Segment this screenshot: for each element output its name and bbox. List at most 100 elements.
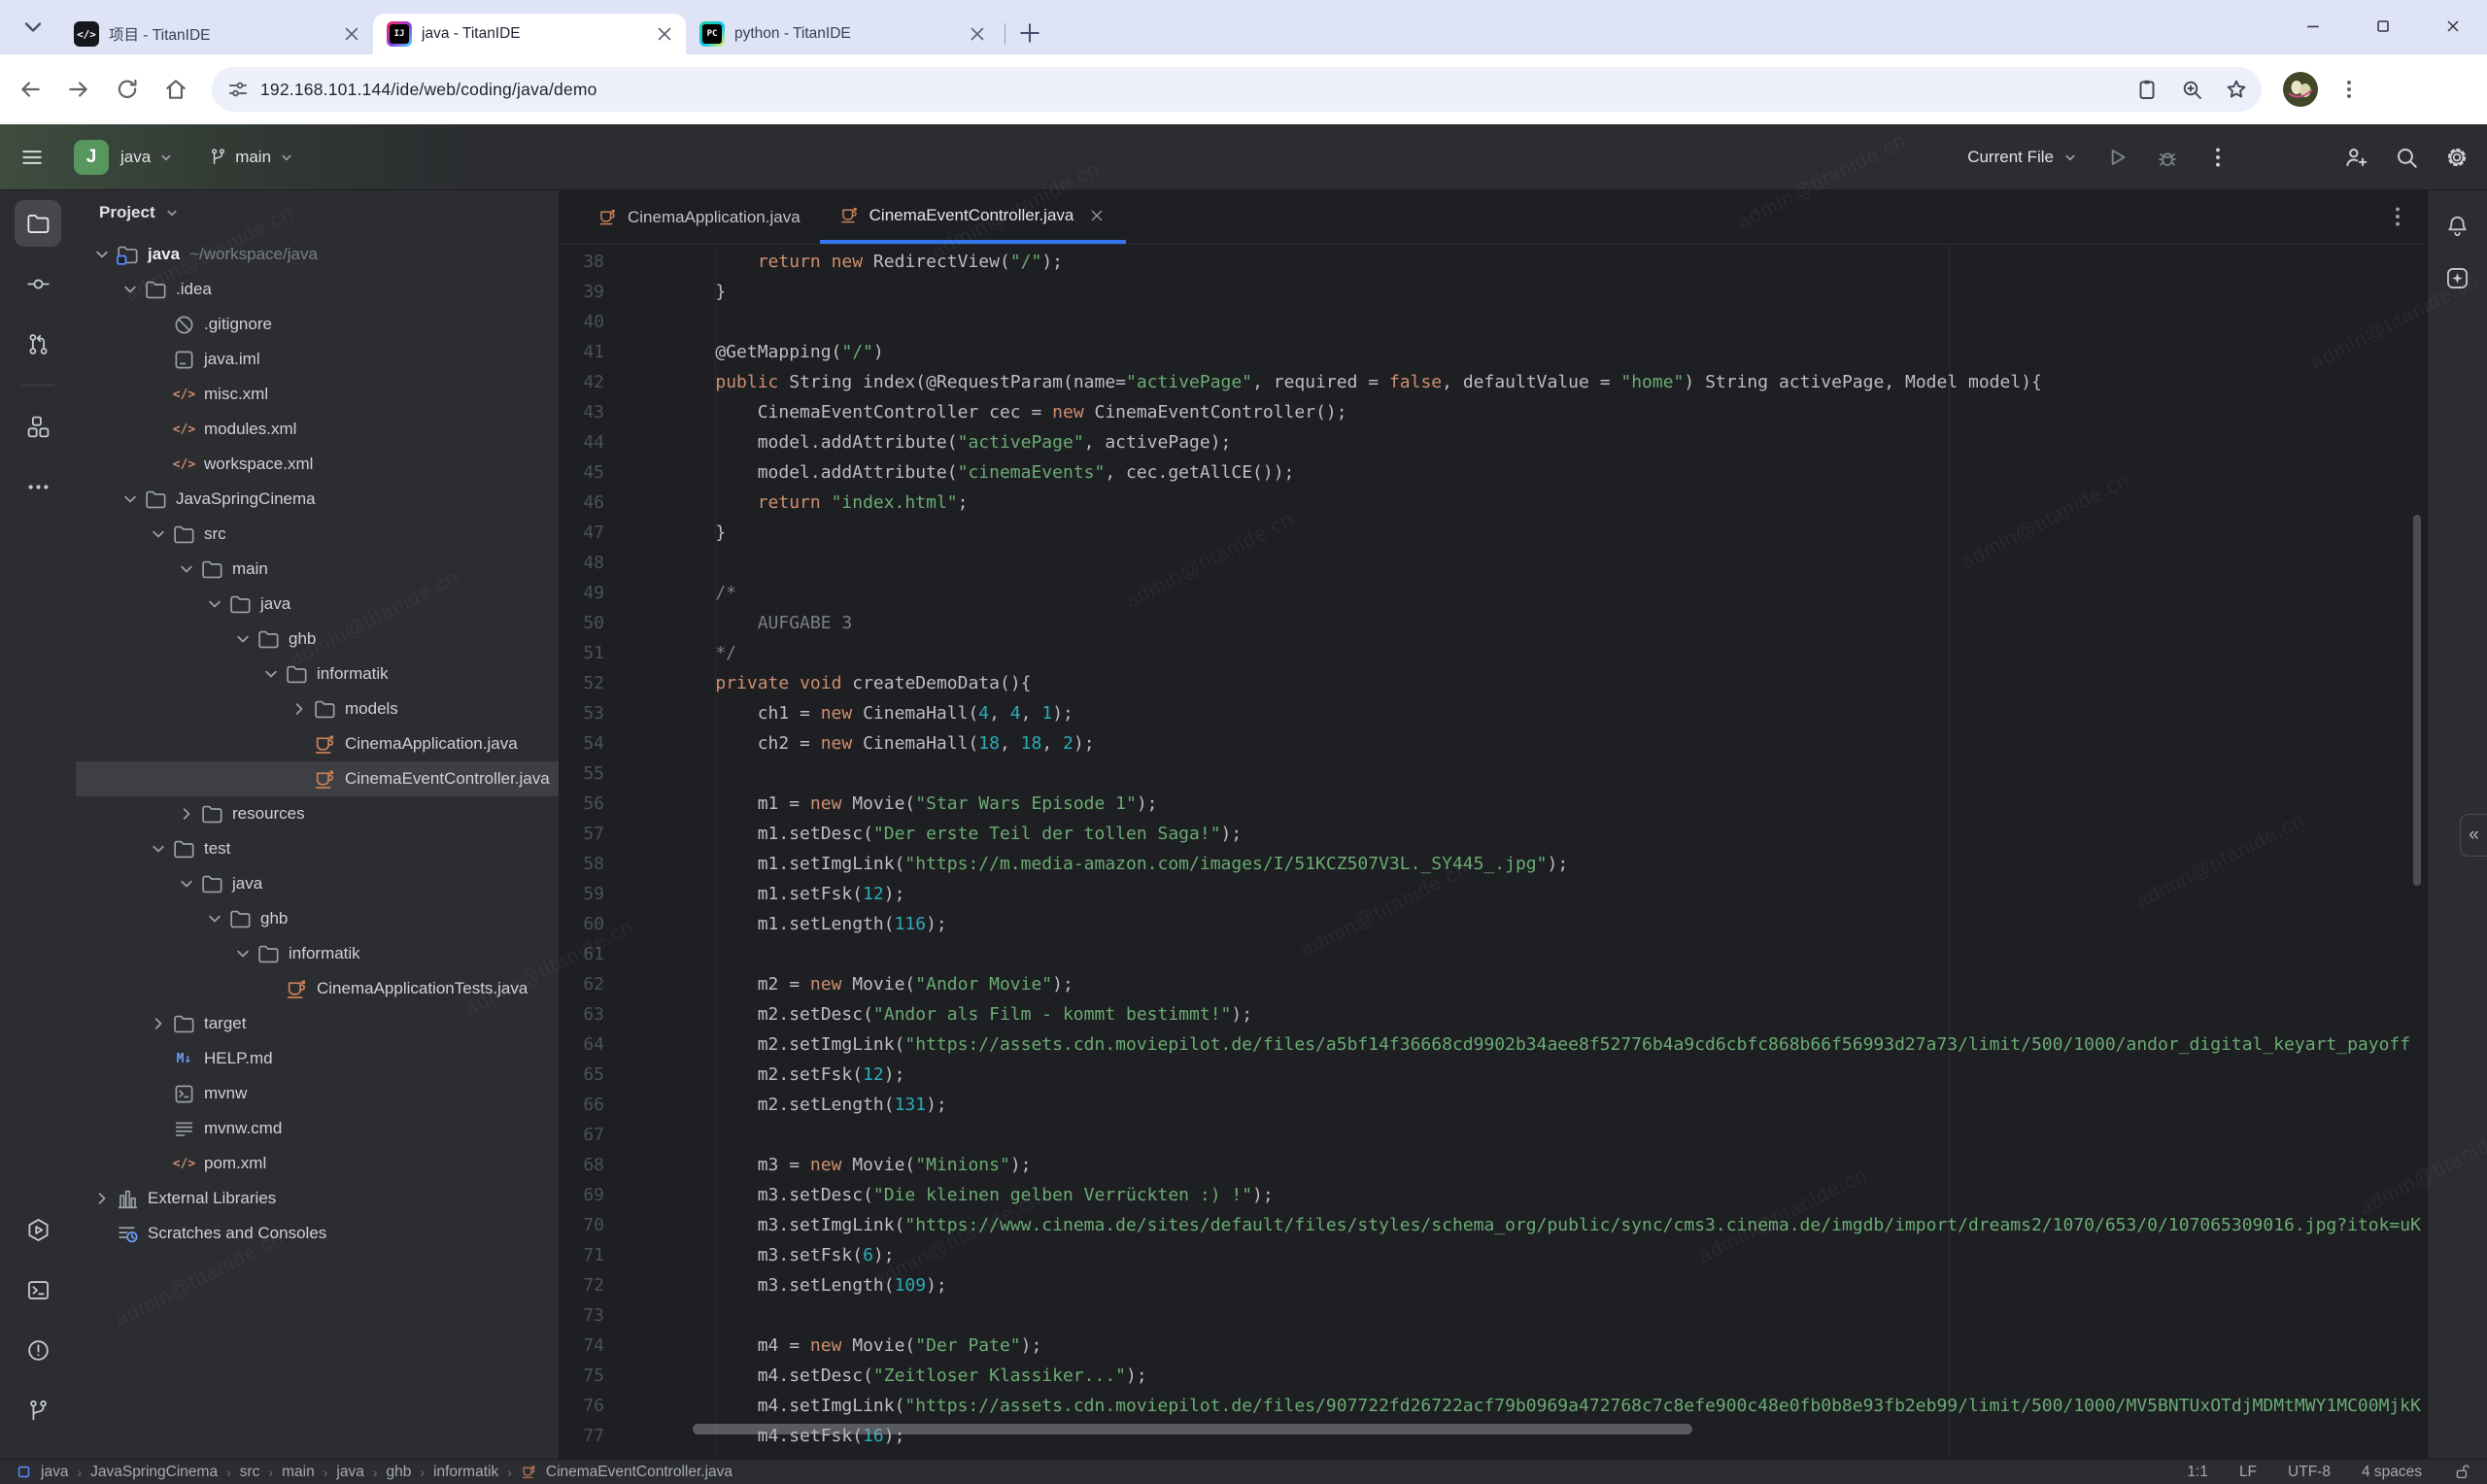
unlocked-icon[interactable] xyxy=(2453,1463,2471,1481)
project-selector[interactable]: java xyxy=(120,148,175,167)
chevron-right-icon[interactable] xyxy=(174,801,199,826)
tab-close-icon[interactable] xyxy=(966,22,989,46)
editor-options-icon[interactable] xyxy=(2385,204,2410,229)
code-line-56[interactable]: 56 m1 = new Movie("Star Wars Episode 1")… xyxy=(561,789,2426,819)
tree-item-java[interactable]: java xyxy=(76,587,559,622)
tree-item-javaspringcinema[interactable]: JavaSpringCinema xyxy=(76,482,559,517)
breadcrumb-item[interactable]: CinemaEventController.java xyxy=(546,1464,732,1481)
code-line-69[interactable]: 69 m3.setDesc("Die kleinen gelben Verrüc… xyxy=(561,1180,2426,1210)
caret-position[interactable]: 1:1 xyxy=(2187,1464,2208,1481)
code-line-73[interactable]: 73 xyxy=(561,1300,2426,1331)
tree-item-java[interactable]: java xyxy=(76,866,559,901)
new-tab-button[interactable] xyxy=(1015,18,1044,48)
code-line-53[interactable]: 53 ch1 = new CinemaHall(4, 4, 1); xyxy=(561,698,2426,728)
tree-item-ghb[interactable]: ghb xyxy=(76,622,559,657)
chevron-down-icon[interactable] xyxy=(174,871,199,896)
code-line-39[interactable]: 39 } xyxy=(561,277,2426,307)
tree-item-help.md[interactable]: M↓HELP.md xyxy=(76,1041,559,1076)
browser-tab-2[interactable]: PCpython - TitanIDE xyxy=(686,14,999,54)
editor-tab-0[interactable]: CinemaApplication.java xyxy=(578,190,820,244)
code-line-55[interactable]: 55 xyxy=(561,759,2426,789)
code-line-60[interactable]: 60 m1.setLength(116); xyxy=(561,909,2426,939)
tree-item-resources[interactable]: resources xyxy=(76,796,559,831)
window-maximize-button[interactable] xyxy=(2363,6,2403,47)
chevron-down-icon[interactable] xyxy=(202,591,227,617)
file-encoding[interactable]: UTF-8 xyxy=(2288,1464,2331,1481)
line-number[interactable]: 62 xyxy=(561,969,604,999)
code-line-64[interactable]: 64 m2.setImgLink("https://assets.cdn.mov… xyxy=(561,1029,2426,1060)
browser-menu-icon[interactable] xyxy=(2337,78,2361,101)
code-line-63[interactable]: 63 m2.setDesc("Andor als Film - kommt be… xyxy=(561,999,2426,1029)
close-icon[interactable] xyxy=(1087,206,1107,225)
breadcrumb-item[interactable]: src xyxy=(240,1464,260,1481)
line-number[interactable]: 70 xyxy=(561,1210,604,1240)
code-line-72[interactable]: 72 m3.setLength(109); xyxy=(561,1270,2426,1300)
tree-item-models[interactable]: models xyxy=(76,691,559,726)
line-number[interactable]: 53 xyxy=(561,698,604,728)
code-line-58[interactable]: 58 m1.setImgLink("https://m.media-amazon… xyxy=(561,849,2426,879)
chevron-down-icon[interactable] xyxy=(118,277,143,302)
breadcrumb-item[interactable]: informatik xyxy=(433,1464,498,1481)
tree-item-pom.xml[interactable]: </>pom.xml xyxy=(76,1146,559,1181)
line-number[interactable]: 41 xyxy=(561,337,604,367)
notifications-icon[interactable] xyxy=(2436,204,2479,247)
chevron-down-icon[interactable] xyxy=(202,906,227,931)
line-number[interactable]: 75 xyxy=(561,1361,604,1391)
line-number[interactable]: 60 xyxy=(561,909,604,939)
tree-item-informatik[interactable]: informatik xyxy=(76,657,559,691)
line-number[interactable]: 49 xyxy=(561,578,604,608)
tree-item-cinemaapplicationtests.java[interactable]: CinemaApplicationTests.java xyxy=(76,971,559,1006)
tree-item-cinemaapplication.java[interactable]: CinemaApplication.java xyxy=(76,726,559,761)
line-number[interactable]: 59 xyxy=(561,879,604,909)
code-line-52[interactable]: 52 private void createDemoData(){ xyxy=(561,668,2426,698)
browser-tab-0[interactable]: </>项目 - TitanIDE xyxy=(60,14,373,54)
line-number[interactable]: 52 xyxy=(561,668,604,698)
chevron-down-icon[interactable] xyxy=(89,242,115,267)
project-avatar[interactable]: J xyxy=(74,140,109,175)
tree-item-.idea[interactable]: .idea xyxy=(76,272,559,307)
search-everywhere-icon[interactable] xyxy=(2394,145,2419,170)
project-tool-icon[interactable] xyxy=(15,200,61,247)
line-number[interactable]: 64 xyxy=(561,1029,604,1060)
code-with-me-icon[interactable] xyxy=(2343,145,2368,170)
code-line-47[interactable]: 47 } xyxy=(561,518,2426,548)
url-text[interactable]: 192.168.101.144/ide/web/coding/java/demo xyxy=(260,80,2135,100)
code-line-43[interactable]: 43 CinemaEventController cec = new Cinem… xyxy=(561,397,2426,427)
tree-item-target[interactable]: target xyxy=(76,1006,559,1041)
code-line-71[interactable]: 71 m3.setFsk(6); xyxy=(561,1240,2426,1270)
tree-item-informatik[interactable]: informatik xyxy=(76,936,559,971)
bookmark-star-icon[interactable] xyxy=(2225,78,2248,101)
code-line-67[interactable]: 67 xyxy=(561,1120,2426,1150)
settings-gear-icon[interactable] xyxy=(2444,145,2470,170)
project-panel-title[interactable]: Project xyxy=(99,203,155,222)
line-number[interactable]: 56 xyxy=(561,789,604,819)
code-line-51[interactable]: 51 */ xyxy=(561,638,2426,668)
line-number[interactable]: 51 xyxy=(561,638,604,668)
line-number[interactable]: 42 xyxy=(561,367,604,397)
code-line-41[interactable]: 41 @GetMapping("/") xyxy=(561,337,2426,367)
tab-search-chevron-icon[interactable] xyxy=(19,14,47,41)
line-number[interactable]: 71 xyxy=(561,1240,604,1270)
run-button[interactable] xyxy=(2104,145,2129,170)
line-number[interactable]: 40 xyxy=(561,307,604,337)
pull-requests-tool-icon[interactable] xyxy=(15,320,61,367)
problems-tool-icon[interactable] xyxy=(15,1327,61,1373)
chevron-down-icon[interactable] xyxy=(118,487,143,512)
tree-item-ghb[interactable]: ghb xyxy=(76,901,559,936)
tab-close-icon[interactable] xyxy=(340,22,363,46)
chevron-down-icon[interactable] xyxy=(174,556,199,582)
line-number[interactable]: 44 xyxy=(561,427,604,457)
tree-item-test[interactable]: test xyxy=(76,831,559,866)
ai-assistant-icon[interactable] xyxy=(2436,256,2479,299)
browser-tab-1[interactable]: IJjava - TitanIDE xyxy=(373,14,686,54)
code-line-48[interactable]: 48 xyxy=(561,548,2426,578)
code-line-70[interactable]: 70 m3.setImgLink("https://www.cinema.de/… xyxy=(561,1210,2426,1240)
code-line-42[interactable]: 42 public String index(@RequestParam(nam… xyxy=(561,367,2426,397)
line-number[interactable]: 57 xyxy=(561,819,604,849)
tree-item-external-libraries[interactable]: External Libraries xyxy=(76,1181,559,1216)
tree-item-main[interactable]: main xyxy=(76,552,559,587)
version-control-tool-icon[interactable] xyxy=(15,1387,61,1433)
home-icon[interactable] xyxy=(163,77,188,102)
run-configuration-selector[interactable]: Current File xyxy=(1967,148,2079,167)
chevron-right-icon[interactable] xyxy=(146,1011,171,1036)
